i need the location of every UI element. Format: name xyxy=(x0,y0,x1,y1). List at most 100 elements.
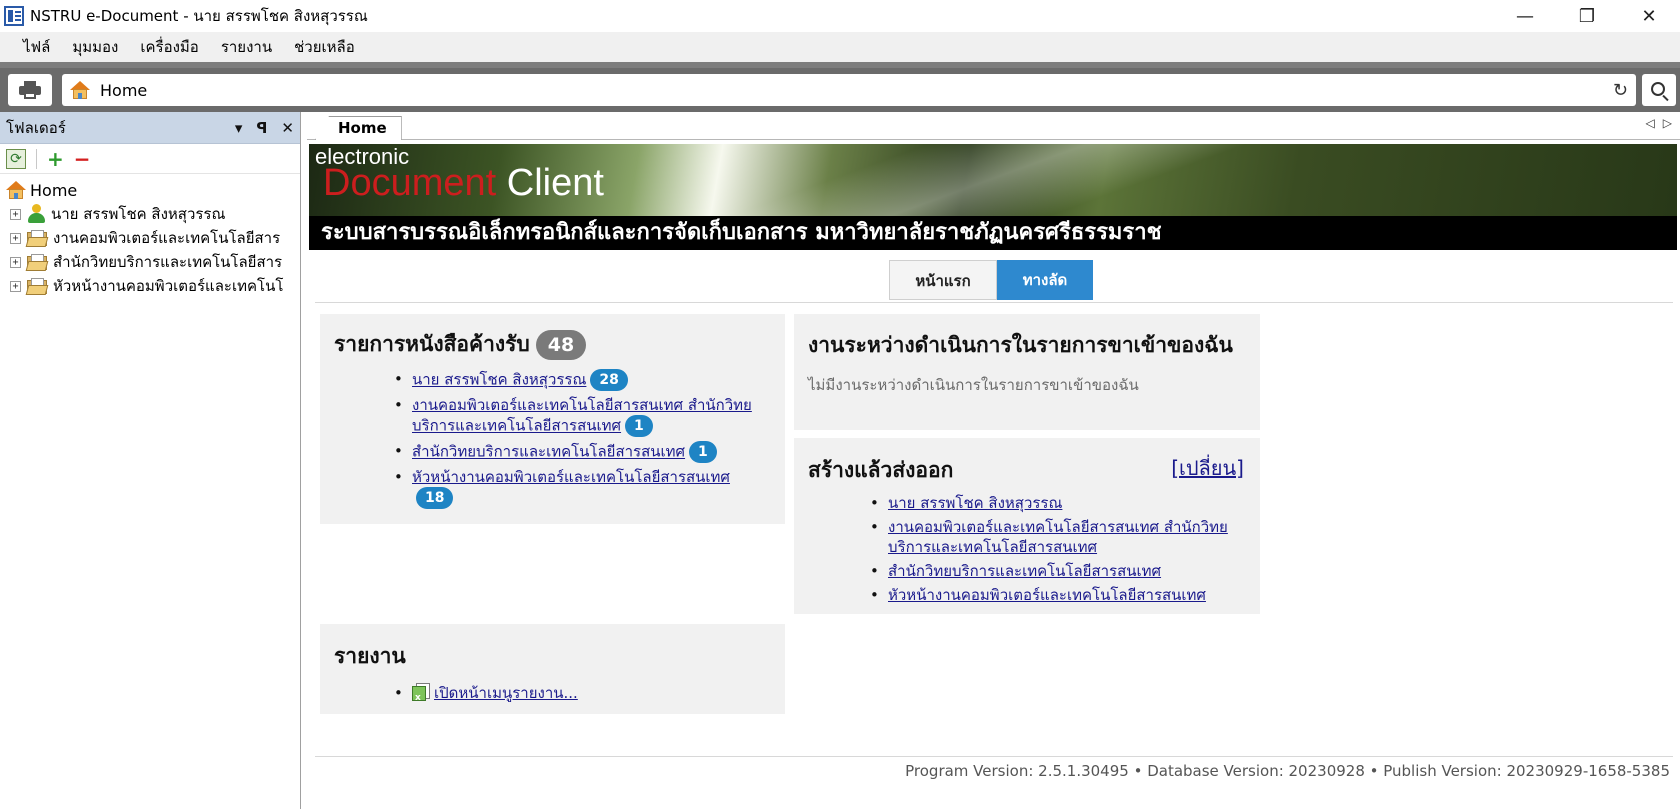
footer-divider xyxy=(315,756,1673,757)
home-icon xyxy=(70,81,90,99)
search-icon xyxy=(1650,81,1665,96)
window-controls: — ❐ ✕ xyxy=(1494,0,1680,32)
outgoing-link-user[interactable]: นาย สรรพโชค สิงหสุวรรณ xyxy=(888,494,1062,512)
address-text: Home xyxy=(100,80,148,100)
minimize-icon[interactable]: — xyxy=(1494,0,1556,32)
menu-reports[interactable]: รายงาน xyxy=(210,32,283,62)
tree-item-computer-unit[interactable]: + งานคอมพิวเตอร์และเทคโนโลยีสาร xyxy=(0,226,300,250)
count-badge: 1 xyxy=(689,441,717,463)
list-item: หัวหน้างานคอมพิวเตอร์และเทคโนโลยีสารสนเท… xyxy=(394,467,764,509)
open-reports-link[interactable]: เปิดหน้าเมนูรายงาน... xyxy=(434,684,578,702)
list-item: งานคอมพิวเตอร์และเทคโนโลยีสารสนเทศ สำนัก… xyxy=(394,395,764,437)
pending-card: รายการหนังสือค้างรับ48 นาย สรรพโชค สิงหส… xyxy=(320,314,785,524)
refresh-icon[interactable]: ↻ xyxy=(1613,80,1628,101)
count-badge: 1 xyxy=(625,415,653,437)
outgoing-link-computer-unit[interactable]: งานคอมพิวเตอร์และเทคโนโลยีสารสนเทศ สำนัก… xyxy=(888,518,1228,556)
menu-bar: ไฟล์ มุมมอง เครื่องมือ รายงาน ช่วยเหลือ xyxy=(0,32,1680,62)
home-content: electronic Document Client ระบบสารบรรณอิ… xyxy=(307,140,1680,809)
tree-item-label: สำนักวิทยบริการและเทคโนโลยีสาร xyxy=(53,253,283,271)
list-item: xเปิดหน้าเมนูรายงาน... xyxy=(394,683,771,703)
list-item: งานคอมพิวเตอร์และเทคโนโลยีสารสนเทศ สำนัก… xyxy=(870,517,1240,557)
system-heading: ระบบสารบรรณอิเล็กทรอนิกส์และการจัดเก็บเอ… xyxy=(309,216,1677,250)
refresh-folder-icon[interactable]: ⟳ xyxy=(6,148,26,169)
folder-icon xyxy=(25,277,49,295)
toolbar-divider xyxy=(36,148,37,169)
folder-icon xyxy=(25,229,49,247)
pending-title: รายการหนังสือค้างรับ 48 xyxy=(334,328,771,361)
reports-card: รายงาน xเปิดหน้าเมนูรายงาน... xyxy=(320,624,785,714)
pending-link-user[interactable]: นาย สรรพโชค สิงหสุวรรณ xyxy=(412,371,586,389)
home-page-button[interactable]: หน้าแรก xyxy=(889,260,997,300)
view-switcher: หน้าแรก ทางลัด xyxy=(889,260,1093,300)
tree-item-user[interactable]: + นาย สรรพโชค สิงหสุวรรณ xyxy=(0,202,300,226)
list-item: หัวหน้างานคอมพิวเตอร์และเทคโนโลยีสารสนเท… xyxy=(870,585,1240,605)
restore-icon[interactable]: ❐ xyxy=(1556,0,1618,32)
tab-nav: ◁ ▷ xyxy=(1646,116,1672,130)
inprogress-card: งานระหว่างดำเนินการในรายการขาเข้าของฉัน … xyxy=(794,314,1260,430)
reports-title: รายงาน xyxy=(334,644,406,668)
expand-icon[interactable]: + xyxy=(10,232,21,244)
tree-item-computer-head[interactable]: + หัวหน้างานคอมพิวเตอร์และเทคโนโ xyxy=(0,274,300,298)
list-item: นาย สรรพโชค สิงหสุวรรณ xyxy=(870,493,1240,513)
tree-item-academic-office[interactable]: + สำนักวิทยบริการและเทคโนโลยีสาร xyxy=(0,250,300,274)
search-button[interactable] xyxy=(1642,74,1676,106)
version-footer: Program Version: 2.5.1.30495 • Database … xyxy=(905,762,1670,780)
menu-view[interactable]: มุมมอง xyxy=(61,32,129,62)
banner-title-white: Client xyxy=(496,162,604,204)
list-item: สำนักวิทยบริการและเทคโนโลยีสารสนเทศ xyxy=(870,561,1240,581)
folder-panel: โฟลเดอร์ ▾ ꟼ ✕ ⟳ + − Home + นาย สรรพโชค … xyxy=(0,112,301,809)
expand-icon[interactable]: + xyxy=(10,280,21,292)
close-window-icon[interactable]: ✕ xyxy=(1618,0,1680,32)
folder-panel-controls: ▾ ꟼ ✕ xyxy=(235,112,294,144)
folder-panel-title: โฟลเดอร์ xyxy=(6,118,66,137)
menu-file[interactable]: ไฟล์ xyxy=(12,32,61,62)
tree-item-label: งานคอมพิวเตอร์และเทคโนโลยีสาร xyxy=(53,229,281,247)
tab-home[interactable]: Home xyxy=(315,116,402,140)
change-link[interactable]: [เปลี่ยน] xyxy=(1171,452,1244,484)
document-area: Home ◁ ▷ electronic Document Client ระบบ… xyxy=(307,112,1680,809)
menu-tools[interactable]: เครื่องมือ xyxy=(129,32,209,62)
banner-title: Document Client xyxy=(323,162,604,205)
home-icon xyxy=(6,181,26,199)
inprogress-title: งานระหว่างดำเนินการในรายการขาเข้าของฉัน xyxy=(808,333,1233,357)
banner-title-red: Document xyxy=(323,162,497,204)
inprogress-empty-text: ไม่มีงานระหว่างดำเนินการในรายการขาเข้าขอ… xyxy=(808,376,1139,394)
outgoing-list: นาย สรรพโชค สิงหสุวรรณ งานคอมพิวเตอร์และ… xyxy=(870,493,1240,605)
banner: electronic Document Client xyxy=(309,144,1677,216)
tree-item-label: Home xyxy=(30,180,78,200)
tab-prev-icon[interactable]: ◁ xyxy=(1646,116,1655,130)
expand-icon[interactable]: + xyxy=(10,208,21,220)
pending-link-computer-head[interactable]: หัวหน้างานคอมพิวเตอร์และเทคโนโลยีสารสนเท… xyxy=(412,468,730,486)
list-item: นาย สรรพโชค สิงหสุวรรณ28 xyxy=(394,369,764,391)
count-badge: 28 xyxy=(590,369,628,391)
add-icon[interactable]: + xyxy=(47,149,64,169)
outgoing-link-academic-office[interactable]: สำนักวิทยบริการและเทคโนโลยีสารสนเทศ xyxy=(888,562,1161,580)
folder-icon xyxy=(25,253,49,271)
folder-toolbar: ⟳ + − xyxy=(0,144,300,174)
remove-icon[interactable]: − xyxy=(74,149,91,169)
pin-icon[interactable]: ꟼ xyxy=(256,119,267,137)
dropdown-icon[interactable]: ▾ xyxy=(235,119,243,137)
expand-icon[interactable]: + xyxy=(10,256,21,268)
pending-count-badge: 48 xyxy=(535,330,587,360)
list-item: สำนักวิทยบริการและเทคโนโลยีสารสนเทศ1 xyxy=(394,441,764,463)
count-badge: 18 xyxy=(416,487,454,509)
toolbar: Home ↻ xyxy=(0,62,1680,112)
address-bar[interactable]: Home ↻ xyxy=(62,74,1636,106)
tree-item-label: หัวหน้างานคอมพิวเตอร์และเทคโนโ xyxy=(53,277,284,295)
outgoing-link-computer-head[interactable]: หัวหน้างานคอมพิวเตอร์และเทคโนโลยีสารสนเท… xyxy=(888,586,1206,604)
menu-help[interactable]: ช่วยเหลือ xyxy=(283,32,366,62)
tree-item-home[interactable]: Home xyxy=(0,178,300,202)
shortcut-button[interactable]: ทางลัด xyxy=(997,260,1093,300)
tab-strip: Home ◁ ▷ xyxy=(307,112,1680,140)
report-icon: x xyxy=(412,683,430,703)
pending-link-computer-unit[interactable]: งานคอมพิวเตอร์และเทคโนโลยีสารสนเทศ สำนัก… xyxy=(412,396,752,435)
print-button[interactable] xyxy=(8,74,52,106)
pending-title-text: รายการหนังสือค้างรับ xyxy=(334,332,530,356)
divider xyxy=(315,302,1673,303)
tab-next-icon[interactable]: ▷ xyxy=(1663,116,1672,130)
app-logo-icon xyxy=(4,6,24,26)
close-panel-icon[interactable]: ✕ xyxy=(281,119,294,137)
pending-link-academic-office[interactable]: สำนักวิทยบริการและเทคโนโลยีสารสนเทศ xyxy=(412,443,685,461)
tree-item-label: นาย สรรพโชค สิงหสุวรรณ xyxy=(51,205,226,223)
